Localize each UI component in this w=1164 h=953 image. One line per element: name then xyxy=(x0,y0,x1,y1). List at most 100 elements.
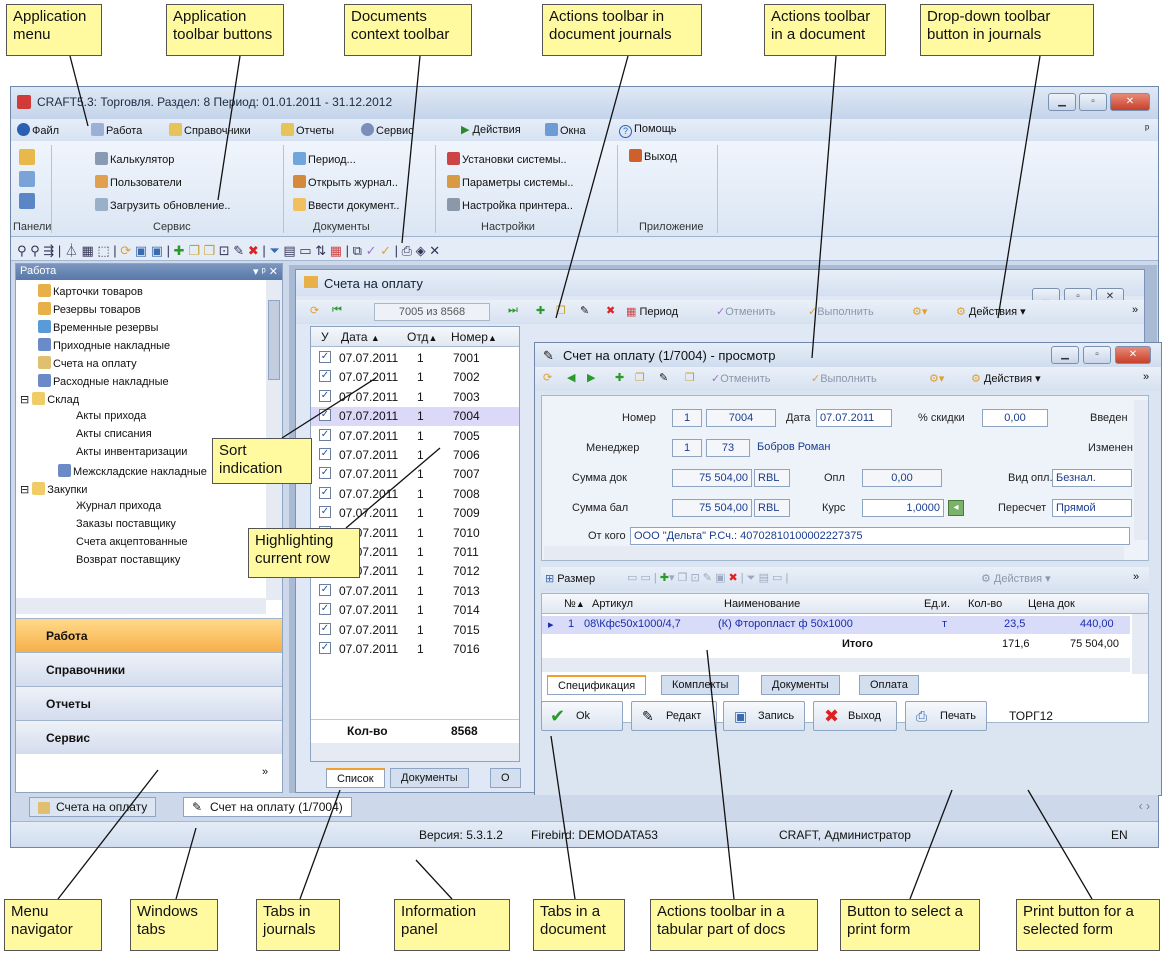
tree-item[interactable]: Акты инвентаризации xyxy=(76,446,187,458)
table-row[interactable]: ✓ 07.07.2011 1 7015 xyxy=(311,621,519,640)
doc-tab-spec[interactable]: Спецификация xyxy=(547,675,647,695)
col-number[interactable]: Номер▲ xyxy=(451,330,497,344)
spec-col-article[interactable]: Артикул xyxy=(592,598,633,610)
save-icon[interactable]: ▣ xyxy=(135,243,147,258)
balance-field[interactable]: 75 504,00 xyxy=(672,499,752,517)
refresh-icon[interactable]: ⟳ xyxy=(120,243,131,258)
tree-item[interactable]: Счета акцептованные xyxy=(76,536,188,548)
size-button[interactable]: ⊞ Размер xyxy=(545,572,595,585)
menu-help[interactable]: ? Помощь xyxy=(619,123,677,138)
view-icon[interactable]: ◈ xyxy=(416,243,426,258)
spec-vscrollbar[interactable] xyxy=(1132,614,1148,674)
tree-item[interactable]: Расходные накладные xyxy=(38,374,169,388)
dropdown-toolbar-button[interactable]: ⚙▾ xyxy=(912,305,927,318)
doc-minimize-button[interactable]: ▁ xyxy=(1051,346,1079,364)
calculator-button[interactable]: Калькулятор xyxy=(95,149,230,172)
tree-item[interactable]: Счета на оплату xyxy=(38,356,137,370)
row-checkbox[interactable]: ✓ xyxy=(319,603,331,616)
grid-icon[interactable]: ▦ xyxy=(81,243,93,258)
nav-references[interactable]: Справочники xyxy=(16,652,282,686)
col-u[interactable]: У xyxy=(321,330,329,344)
add-icon[interactable]: ✚ xyxy=(536,304,545,317)
edit-icon[interactable]: ✎ xyxy=(233,243,244,258)
search-icon[interactable]: ⚲ xyxy=(17,243,27,258)
exit-button[interactable]: ✖ Выход xyxy=(813,701,897,731)
spec-col-name[interactable]: Наименование xyxy=(724,598,800,610)
table-row[interactable]: ✓ 07.07.2011 1 7013 xyxy=(311,582,519,601)
nav-service[interactable]: Сервис xyxy=(16,720,282,754)
row-checkbox[interactable]: ✓ xyxy=(319,642,331,654)
filter-tree-icon[interactable]: ⇶ xyxy=(43,243,54,258)
close-small-icon[interactable]: ✕ xyxy=(429,243,440,258)
table-row[interactable]: ✓ 07.07.2011 1 7002 xyxy=(311,368,519,387)
doc-cancel-button[interactable]: ✓Отменить xyxy=(711,372,770,385)
edit-icon[interactable]: ✎ xyxy=(580,304,589,317)
nav-work[interactable]: Работа xyxy=(16,618,282,652)
spec-col-price[interactable]: Цена док xyxy=(1028,598,1075,610)
row-checkbox[interactable]: ✓ xyxy=(319,428,331,441)
filter-icon[interactable]: ⏃ xyxy=(65,243,78,258)
menu-file[interactable]: Файл xyxy=(17,123,59,137)
doc-close-button[interactable]: ✕ xyxy=(1115,346,1151,364)
save-button[interactable]: ▣ Запись xyxy=(723,701,805,731)
journal-tab-list[interactable]: Список xyxy=(326,768,385,788)
manager-dep-field[interactable]: 1 xyxy=(672,439,702,457)
row-checkbox[interactable]: ✓ xyxy=(319,506,331,519)
from-field[interactable]: ООО "Дельта" Р.Сч.: 40702810100002227375 xyxy=(630,527,1130,545)
preview-icon[interactable]: ⊡ xyxy=(219,243,230,258)
exit-button[interactable]: Выход xyxy=(629,149,677,163)
cancel-button[interactable]: ✓Отменить xyxy=(716,305,775,318)
pin-icon[interactable]: ᵖ xyxy=(1145,123,1149,135)
tab-scroll-icon[interactable]: ‹ › xyxy=(1139,799,1150,813)
tree-hscrollbar[interactable] xyxy=(16,598,266,614)
table-row[interactable]: ✓ 07.07.2011 1 7008 xyxy=(311,485,519,504)
menu-references[interactable]: Справочники xyxy=(169,123,251,137)
discount-field[interactable]: 0,00 xyxy=(982,409,1048,427)
tree-item[interactable]: Заказы поставщику xyxy=(76,518,176,530)
nav-more-icon[interactable]: » xyxy=(262,766,268,778)
edit-button[interactable]: ✎ Редакт xyxy=(631,701,717,731)
system-settings-button[interactable]: Установки системы.. xyxy=(447,149,573,172)
menu-service[interactable]: Сервис xyxy=(361,123,414,137)
row-checkbox[interactable]: ✓ xyxy=(319,351,331,363)
maximize-button[interactable]: ▫ xyxy=(1079,93,1107,111)
folder-open-icon[interactable]: ❒ xyxy=(203,243,215,258)
actions-dropdown-button[interactable]: ⚙ Действия ▾ xyxy=(956,305,1026,318)
spec-col-unit[interactable]: Ед.и. xyxy=(924,598,950,610)
recalc-arrow-icon[interactable]: ◂ xyxy=(948,500,964,516)
doc-maximize-button[interactable]: ▫ xyxy=(1083,346,1111,364)
open-journal-button[interactable]: Открыть журнал.. xyxy=(293,172,399,195)
journal-tab-documents[interactable]: Документы xyxy=(390,768,469,788)
currency2-field[interactable]: RBL xyxy=(754,499,790,517)
currency-field[interactable]: RBL xyxy=(754,469,790,487)
nav-reports[interactable]: Отчеты xyxy=(16,686,282,720)
col-dep[interactable]: Отд▲ xyxy=(407,330,437,344)
find-next-icon[interactable]: ⚲ xyxy=(30,243,40,258)
table-row[interactable]: ✓ 07.07.2011 1 7001 xyxy=(311,349,519,368)
table-row[interactable]: ✓ 07.07.2011 1 7003 xyxy=(311,388,519,407)
table-row[interactable]: ✓ 07.07.2011 1 7005 xyxy=(311,427,519,446)
rate-field[interactable]: 1,0000 xyxy=(862,499,944,517)
number-dep-field[interactable]: 1 xyxy=(672,409,702,427)
sum-field[interactable]: 75 504,00 xyxy=(672,469,752,487)
run-icon[interactable]: ✓ xyxy=(380,243,391,258)
panel-controls[interactable]: ▾ ᵖ ✕ xyxy=(253,265,278,278)
menu-actions[interactable]: ▶ Действия xyxy=(461,123,521,136)
last-record-icon[interactable]: ⏭ xyxy=(508,304,518,317)
tree-item[interactable]: Резервы товаров xyxy=(38,302,141,316)
table-row[interactable]: ✓ 07.07.2011 1 7007 xyxy=(311,465,519,484)
minimize-button[interactable]: ▁ xyxy=(1048,93,1076,111)
add-icon[interactable]: ✚ xyxy=(174,243,185,258)
grid-hscrollbar[interactable] xyxy=(311,743,519,761)
spec-overflow-icon[interactable]: » xyxy=(1133,571,1139,583)
row-checkbox[interactable]: ✓ xyxy=(319,448,331,460)
window-tab-journal[interactable]: Счета на оплату xyxy=(29,797,157,817)
refresh-icon[interactable]: ⟳ xyxy=(543,371,552,384)
delete-icon[interactable]: ✖ xyxy=(606,304,615,317)
col-date[interactable]: Дата ▲ xyxy=(341,330,380,344)
doc-tab-docs[interactable]: Документы xyxy=(761,675,840,695)
form-vscrollbar[interactable] xyxy=(1134,400,1148,540)
copy-icon[interactable]: ❐ xyxy=(556,304,566,317)
menu-reports[interactable]: Отчеты xyxy=(281,123,334,137)
recalc-field[interactable]: Прямой xyxy=(1052,499,1132,517)
